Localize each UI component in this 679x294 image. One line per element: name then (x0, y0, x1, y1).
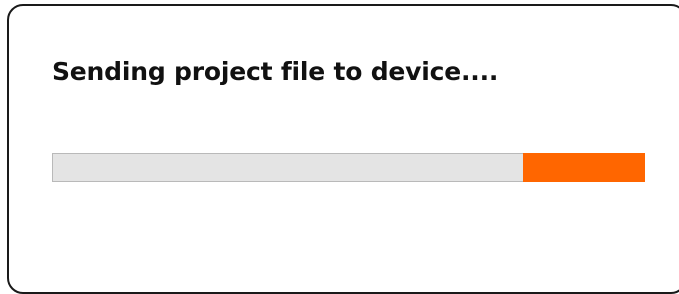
progress-bar-fill (522, 153, 645, 182)
progress-bar (52, 153, 645, 182)
status-message: Sending project file to device.... (52, 57, 499, 86)
progress-dialog: Sending project file to device.... (7, 4, 679, 294)
